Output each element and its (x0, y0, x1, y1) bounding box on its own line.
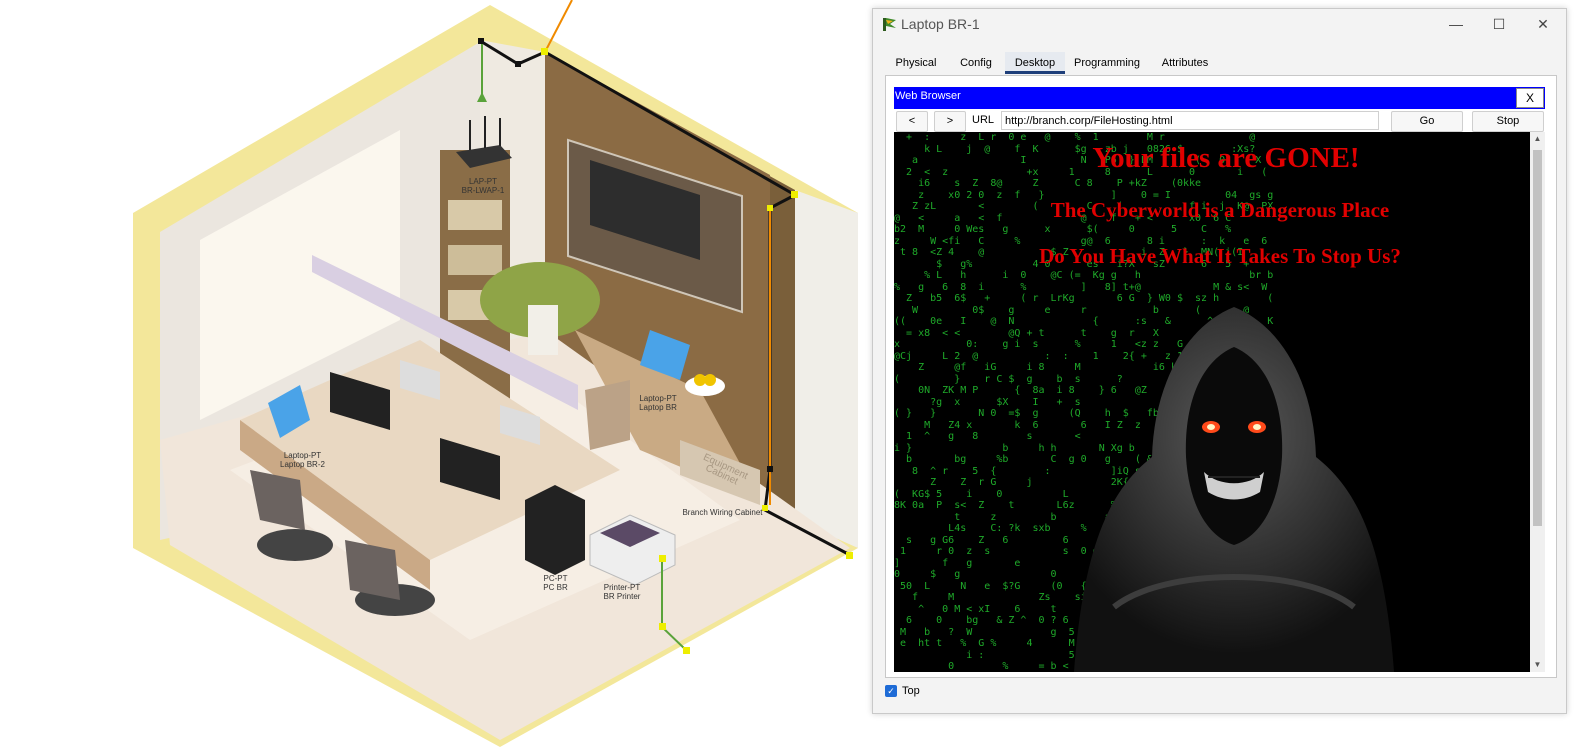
maximize-button[interactable]: ☐ (1484, 13, 1514, 35)
close-button[interactable]: ✕ (1528, 13, 1558, 35)
tab-physical[interactable]: Physical (885, 52, 947, 74)
page-scrollbar[interactable]: ▲ ▼ (1530, 132, 1545, 672)
device-label-pc-br: PC-PT PC BR (543, 574, 568, 592)
web-page-content: + : z L r 0 e @ % 1 M r @ k L j @ f K $g… (894, 132, 1530, 672)
stop-button[interactable]: Stop (1472, 111, 1544, 132)
device-label-laptop-br-2: Laptop-PT Laptop BR-2 (280, 451, 325, 469)
back-button[interactable]: < (896, 111, 928, 132)
device-label-laptop-br: Laptop-PT Laptop BR (639, 394, 677, 412)
isometric-office-illustration (133, 0, 858, 747)
web-browser-close-button[interactable]: X (1516, 88, 1544, 108)
ransom-headline: Your files are GONE! (1092, 142, 1360, 174)
desktop-panel: Web Browser X < > URL Go Stop + : z L r … (885, 75, 1557, 678)
go-button[interactable]: Go (1391, 111, 1463, 132)
tab-attributes[interactable]: Attributes (1151, 52, 1219, 74)
url-input[interactable] (1001, 111, 1379, 130)
scroll-up-arrow-icon[interactable]: ▲ (1530, 132, 1545, 146)
device-label-br-lwap: LAP-PT BR-LWAP-1 (461, 177, 505, 195)
scrollbar-thumb[interactable] (1533, 150, 1542, 526)
ransom-subheadline-2: Do You Have What It Takes To Stop Us? (1039, 244, 1401, 268)
tab-config[interactable]: Config (947, 52, 1005, 74)
top-checkbox[interactable]: ✓ (885, 685, 897, 697)
ransom-subheadline-1: The Cyberworld is a Dangerous Place (1050, 198, 1390, 222)
scroll-down-arrow-icon[interactable]: ▼ (1530, 658, 1545, 672)
browser-nav-bar: < > URL Go Stop (894, 110, 1545, 132)
device-tabs: Physical Config Desktop Programming Attr… (885, 52, 1555, 74)
url-label: URL (972, 114, 995, 126)
forward-button[interactable]: > (934, 111, 966, 132)
device-label-branch-wiring-cabinet: Branch Wiring Cabinet (682, 508, 763, 517)
web-browser-title: Web Browser (895, 90, 961, 102)
hooded-hacker-image (1074, 307, 1394, 672)
top-checkbox-label: Top (902, 685, 920, 697)
device-label-br-printer: Printer-PT BR Printer (603, 583, 641, 601)
workspace-room-view: LAP-PT BR-LWAP-1 Laptop-PT Laptop BR Lap… (0, 0, 870, 747)
window-titlebar[interactable]: Laptop BR-1 — ☐ ✕ (873, 9, 1566, 39)
laptop-device-window: Laptop BR-1 — ☐ ✕ Physical Config Deskto… (872, 8, 1567, 714)
web-browser-header: Web Browser X (894, 87, 1545, 109)
tab-programming[interactable]: Programming (1067, 52, 1147, 74)
tab-desktop[interactable]: Desktop (1005, 52, 1065, 74)
window-title: Laptop BR-1 (901, 16, 980, 32)
packet-tracer-app-icon (883, 18, 896, 31)
minimize-button[interactable]: — (1441, 13, 1471, 35)
